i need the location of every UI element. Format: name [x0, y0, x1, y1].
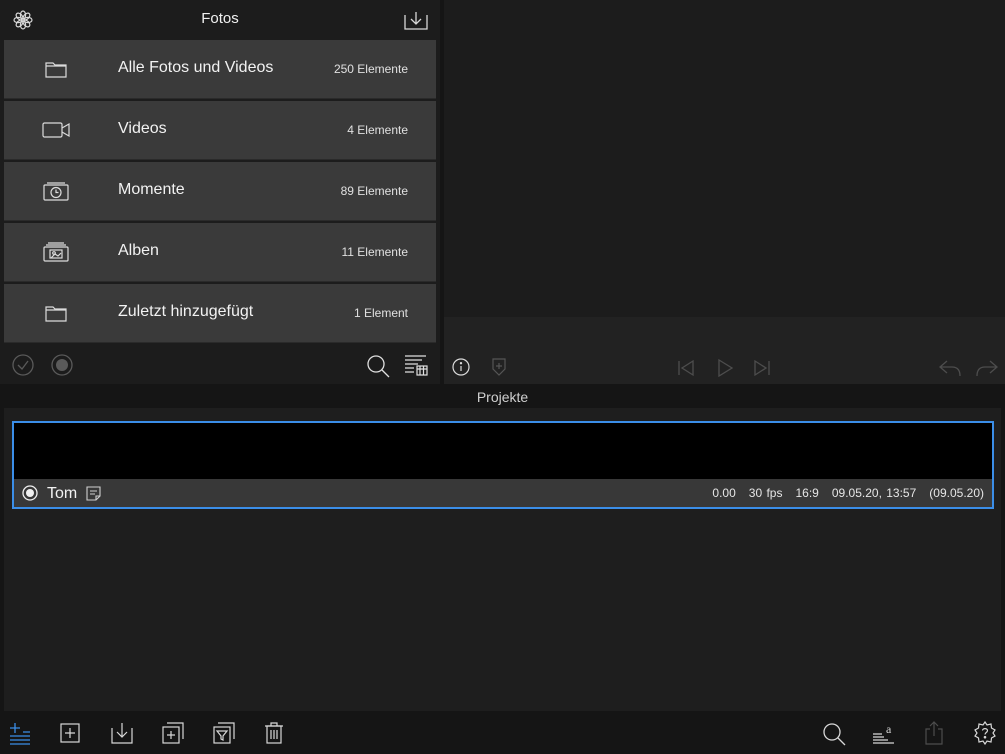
library-item-videos[interactable]: Videos 4 Elemente: [4, 101, 436, 160]
share-button[interactable]: [924, 721, 944, 745]
add-button[interactable]: [60, 723, 80, 743]
delete-button[interactable]: [264, 722, 284, 744]
plus-square-icon: [60, 723, 80, 743]
skip-to-end-button[interactable]: [753, 359, 771, 377]
library-item-recently-added[interactable]: Zuletzt hinzugefügt 1 Element: [4, 284, 436, 343]
undo-button[interactable]: [938, 359, 962, 377]
project-notes-button[interactable]: [86, 486, 101, 501]
record-circle-icon: [51, 354, 73, 376]
library-search-button[interactable]: [366, 354, 390, 378]
projects-search-button[interactable]: [822, 722, 846, 746]
folder-icon: [42, 300, 70, 326]
library-item-count: 250 Elemente: [333, 62, 408, 76]
undo-icon: [939, 360, 961, 377]
project-modified: (09.05.20): [929, 486, 984, 500]
video-preview[interactable]: [444, 0, 1005, 317]
record-button[interactable]: [51, 354, 73, 376]
filter-button[interactable]: [213, 722, 235, 744]
search-icon: [823, 723, 846, 746]
library-item-albums[interactable]: Alben 11 Elemente: [4, 223, 436, 282]
trash-icon: [265, 722, 283, 744]
settings-help-button[interactable]: [973, 721, 997, 745]
checkmark-circle-icon: [12, 354, 34, 376]
library-item-count: 1 Element: [353, 306, 408, 320]
skip-to-start-button[interactable]: [677, 359, 695, 377]
library-item-label: Alle Fotos und Videos: [118, 59, 274, 76]
select-check-button[interactable]: [12, 354, 34, 376]
sort-list-icon: [405, 355, 428, 376]
project-select-radio[interactable]: [22, 485, 38, 501]
video-camera-icon: [42, 117, 70, 143]
project-created: 09.05.20, 13:57: [831, 486, 917, 500]
download-tray-icon: [111, 723, 133, 744]
library-header: Fotos: [0, 0, 440, 40]
duplicate-button[interactable]: [162, 722, 184, 744]
library-panel: Fotos Alle Fotos und Videos 250 Elemente…: [0, 0, 440, 384]
moments-clock-icon: [42, 178, 70, 204]
note-icon: [86, 486, 101, 501]
play-icon: [718, 359, 734, 377]
library-item-label: Zuletzt hinzugefügt: [118, 303, 254, 320]
add-marker-button[interactable]: [491, 358, 507, 376]
skip-back-icon: [678, 359, 694, 377]
library-toolbar: [0, 345, 440, 384]
import-tray-icon: [404, 12, 428, 30]
redo-icon: [976, 360, 998, 377]
new-project-icon: [10, 723, 30, 745]
gear-question-icon: [974, 721, 996, 745]
projects-title: Projekte: [476, 389, 529, 405]
project-duration: 0.00: [712, 486, 736, 500]
info-button[interactable]: [452, 358, 470, 376]
search-icon: [367, 355, 390, 378]
folder-icon: [42, 56, 70, 82]
library-item-all-photos[interactable]: Alle Fotos und Videos 250 Elemente: [4, 40, 436, 99]
import-button[interactable]: [403, 9, 429, 31]
library-sort-button[interactable]: [404, 353, 428, 377]
library-item-count: 4 Elemente: [347, 123, 408, 137]
redo-button[interactable]: [975, 359, 999, 377]
project-info-bar: Tom 0.00 30 fps 16:9 09.05.20, 13:57 (09…: [14, 479, 992, 507]
project-card[interactable]: Tom 0.00 30 fps 16:9 09.05.20, 13:57 (09…: [12, 421, 994, 509]
playback-bar: [444, 317, 1005, 384]
sort-alphabetical-button[interactable]: a: [872, 721, 896, 745]
project-thumbnail: [14, 423, 992, 479]
library-item-count: 89 Elemente: [340, 184, 408, 198]
library-title: Fotos: [201, 10, 239, 27]
library-item-moments[interactable]: Momente 89 Elemente: [4, 162, 436, 221]
project-meta: 0.00 30 fps 16:9 09.05.20, 13:57 (09.05.…: [712, 486, 984, 500]
new-project-button[interactable]: [9, 722, 31, 746]
marker-plus-icon: [492, 358, 506, 376]
project-aspect: 16:9: [795, 486, 819, 500]
library-item-label: Alben: [118, 242, 159, 259]
skip-forward-icon: [754, 359, 770, 377]
library-item-label: Momente: [118, 181, 185, 198]
import-project-button[interactable]: [111, 722, 133, 744]
albums-icon: [42, 239, 70, 265]
svg-text:a: a: [886, 722, 892, 736]
sort-alphabetical-icon: a: [873, 722, 894, 744]
play-button[interactable]: [716, 359, 734, 377]
filter-icon: [213, 722, 235, 744]
library-item-label: Videos: [118, 120, 167, 137]
radio-selected-icon: [22, 485, 38, 501]
share-icon: [925, 721, 943, 745]
bottom-toolbar: a: [0, 712, 1005, 754]
project-name: Tom: [47, 485, 78, 502]
library-item-count: 11 Elemente: [341, 245, 409, 259]
duplicate-icon: [162, 722, 184, 744]
info-icon: [452, 358, 470, 376]
project-fps: 30 fps: [748, 486, 783, 500]
